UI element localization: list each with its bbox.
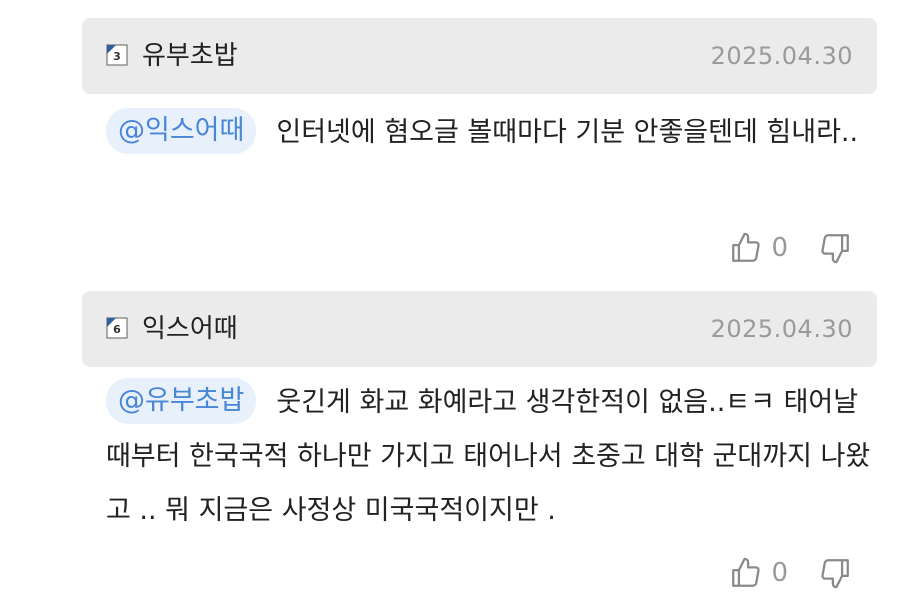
level-badge-icon: 6 <box>106 317 128 339</box>
comment-actions: 0 <box>729 553 852 593</box>
like-count: 0 <box>771 558 788 588</box>
like-count: 0 <box>771 233 788 263</box>
svg-text:3: 3 <box>113 50 121 63</box>
comment-date: 2025.04.30 <box>710 315 853 343</box>
comment-date: 2025.04.30 <box>710 42 853 70</box>
mention-tag[interactable]: @유부초밥 <box>106 378 257 424</box>
level-badge-icon: 3 <box>106 44 128 66</box>
comment-actions: 0 <box>729 228 852 268</box>
comment-text: 인터넷에 혐오글 볼때마다 기분 안좋을텐데 힘내라.. <box>276 117 859 148</box>
comment-body: @익스어때 인터넷에 혐오글 볼때마다 기분 안좋을텐데 힘내라.. <box>106 106 876 160</box>
svg-text:6: 6 <box>113 323 121 336</box>
comment-header: 3 유부초밥 2025.04.30 <box>82 18 877 94</box>
comment-body: @유부초밥 웃긴게 화교 화예라고 생각한적이 없음..ㅌㅋ 태어날때부터 한국국… <box>106 376 876 538</box>
comment-username[interactable]: 유부초밥 <box>142 18 238 94</box>
thumbs-down-icon[interactable] <box>818 556 852 590</box>
thumbs-down-icon[interactable] <box>818 231 852 265</box>
comment-username[interactable]: 익스어때 <box>142 291 238 367</box>
mention-tag[interactable]: @익스어때 <box>106 108 257 154</box>
thumbs-up-icon[interactable] <box>729 556 763 590</box>
comment-header: 6 익스어때 2025.04.30 <box>82 291 877 367</box>
thumbs-up-icon[interactable] <box>729 231 763 265</box>
